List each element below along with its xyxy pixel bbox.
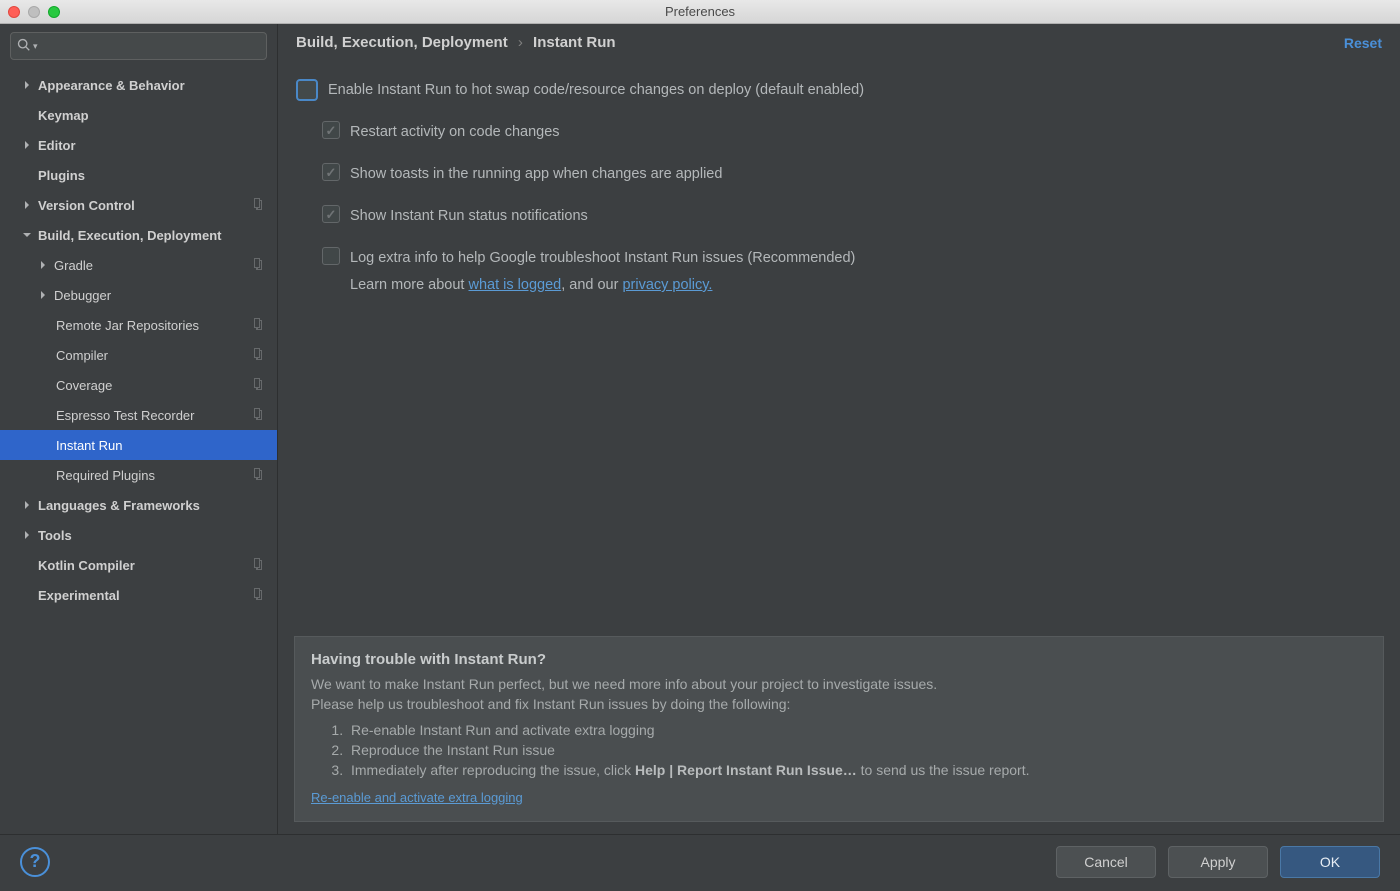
expand-icon[interactable]: [22, 80, 32, 90]
search-box[interactable]: ▾: [10, 32, 267, 60]
search-icon: [17, 38, 31, 55]
sidebar-item-remote-jar-repositories[interactable]: Remote Jar Repositories: [0, 310, 277, 340]
expand-icon[interactable]: [38, 290, 48, 300]
footer: ? Cancel Apply OK: [0, 834, 1400, 888]
sidebar-item-keymap[interactable]: Keymap: [0, 100, 277, 130]
sidebar-item-plugins[interactable]: Plugins: [0, 160, 277, 190]
project-level-icon: [251, 407, 267, 423]
enable-instant-run-label: Enable Instant Run to hot swap code/reso…: [328, 79, 864, 101]
ok-button[interactable]: OK: [1280, 846, 1380, 878]
restart-activity-checkbox[interactable]: [322, 121, 340, 139]
sidebar-item-editor[interactable]: Editor: [0, 130, 277, 160]
project-level-icon: [251, 197, 267, 213]
sidebar-item-build-execution-deployment[interactable]: Build, Execution, Deployment: [0, 220, 277, 250]
sidebar-item-experimental[interactable]: Experimental: [0, 580, 277, 610]
expand-icon[interactable]: [22, 200, 32, 210]
help-step-2: Reproduce the Instant Run issue: [347, 740, 1367, 760]
help-title: Having trouble with Instant Run?: [311, 651, 1367, 668]
restart-activity-label: Restart activity on code changes: [350, 121, 560, 143]
settings-tree: Appearance & Behavior Keymap Editor Plug…: [0, 68, 277, 834]
cancel-button[interactable]: Cancel: [1056, 846, 1156, 878]
help-steps: Re-enable Instant Run and activate extra…: [347, 720, 1367, 780]
sidebar-item-kotlin-compiler[interactable]: Kotlin Compiler: [0, 550, 277, 580]
apply-button[interactable]: Apply: [1168, 846, 1268, 878]
titlebar: Preferences: [0, 0, 1400, 24]
project-level-icon: [251, 257, 267, 273]
expand-icon[interactable]: [22, 140, 32, 150]
enable-instant-run-checkbox[interactable]: [296, 79, 318, 101]
project-level-icon: [251, 557, 267, 573]
what-is-logged-link[interactable]: what is logged: [469, 277, 562, 293]
privacy-policy-link[interactable]: privacy policy.: [622, 277, 712, 293]
help-button[interactable]: ?: [20, 847, 50, 877]
show-toasts-checkbox[interactable]: [322, 163, 340, 181]
help-step-1: Re-enable Instant Run and activate extra…: [347, 720, 1367, 740]
project-level-icon: [251, 377, 267, 393]
log-extra-info-label: Log extra info to help Google troublesho…: [350, 247, 855, 269]
sidebar-item-compiler[interactable]: Compiler: [0, 340, 277, 370]
sidebar-item-required-plugins[interactable]: Required Plugins: [0, 460, 277, 490]
sidebar-item-instant-run[interactable]: Instant Run: [0, 430, 277, 460]
log-extra-info-checkbox[interactable]: [322, 247, 340, 265]
sidebar-item-coverage[interactable]: Coverage: [0, 370, 277, 400]
window-title: Preferences: [0, 4, 1400, 19]
search-input[interactable]: [42, 39, 260, 54]
expand-icon[interactable]: [38, 260, 48, 270]
sidebar-item-debugger[interactable]: Debugger: [0, 280, 277, 310]
project-level-icon: [251, 587, 267, 603]
reenable-logging-link[interactable]: Re-enable and activate extra logging: [311, 790, 523, 805]
show-status-notifications-checkbox[interactable]: [322, 205, 340, 223]
show-toasts-label: Show toasts in the running app when chan…: [350, 163, 722, 185]
sidebar-item-espresso-test-recorder[interactable]: Espresso Test Recorder: [0, 400, 277, 430]
breadcrumb-current: Instant Run: [533, 34, 616, 51]
help-line2: Please help us troubleshoot and fix Inst…: [311, 694, 1367, 714]
sidebar-item-version-control[interactable]: Version Control: [0, 190, 277, 220]
help-step-3: Immediately after reproducing the issue,…: [347, 760, 1367, 780]
expand-icon[interactable]: [22, 530, 32, 540]
sidebar-item-gradle[interactable]: Gradle: [0, 250, 277, 280]
learn-more-text: Learn more about what is logged, and our…: [296, 277, 1382, 293]
project-level-icon: [251, 317, 267, 333]
sidebar-item-appearance-behavior[interactable]: Appearance & Behavior: [0, 70, 277, 100]
breadcrumb: Build, Execution, Deployment › Instant R…: [296, 34, 1344, 51]
help-line1: We want to make Instant Run perfect, but…: [311, 674, 1367, 694]
project-level-icon: [251, 347, 267, 363]
main-panel: Build, Execution, Deployment › Instant R…: [278, 24, 1400, 834]
expand-icon[interactable]: [22, 500, 32, 510]
breadcrumb-separator-icon: ›: [518, 34, 523, 51]
search-dropdown-icon[interactable]: ▾: [33, 41, 38, 52]
sidebar-item-tools[interactable]: Tools: [0, 520, 277, 550]
sidebar: ▾ Appearance & Behavior Keymap Editor Pl…: [0, 24, 278, 834]
breadcrumb-parent[interactable]: Build, Execution, Deployment: [296, 34, 508, 51]
options-panel: Enable Instant Run to hot swap code/reso…: [278, 55, 1400, 293]
question-icon: ?: [30, 851, 41, 872]
collapse-icon[interactable]: [22, 230, 32, 240]
sidebar-item-languages-frameworks[interactable]: Languages & Frameworks: [0, 490, 277, 520]
show-status-notifications-label: Show Instant Run status notifications: [350, 205, 588, 227]
reset-link[interactable]: Reset: [1344, 35, 1382, 51]
project-level-icon: [251, 467, 267, 483]
help-panel: Having trouble with Instant Run? We want…: [294, 636, 1384, 822]
